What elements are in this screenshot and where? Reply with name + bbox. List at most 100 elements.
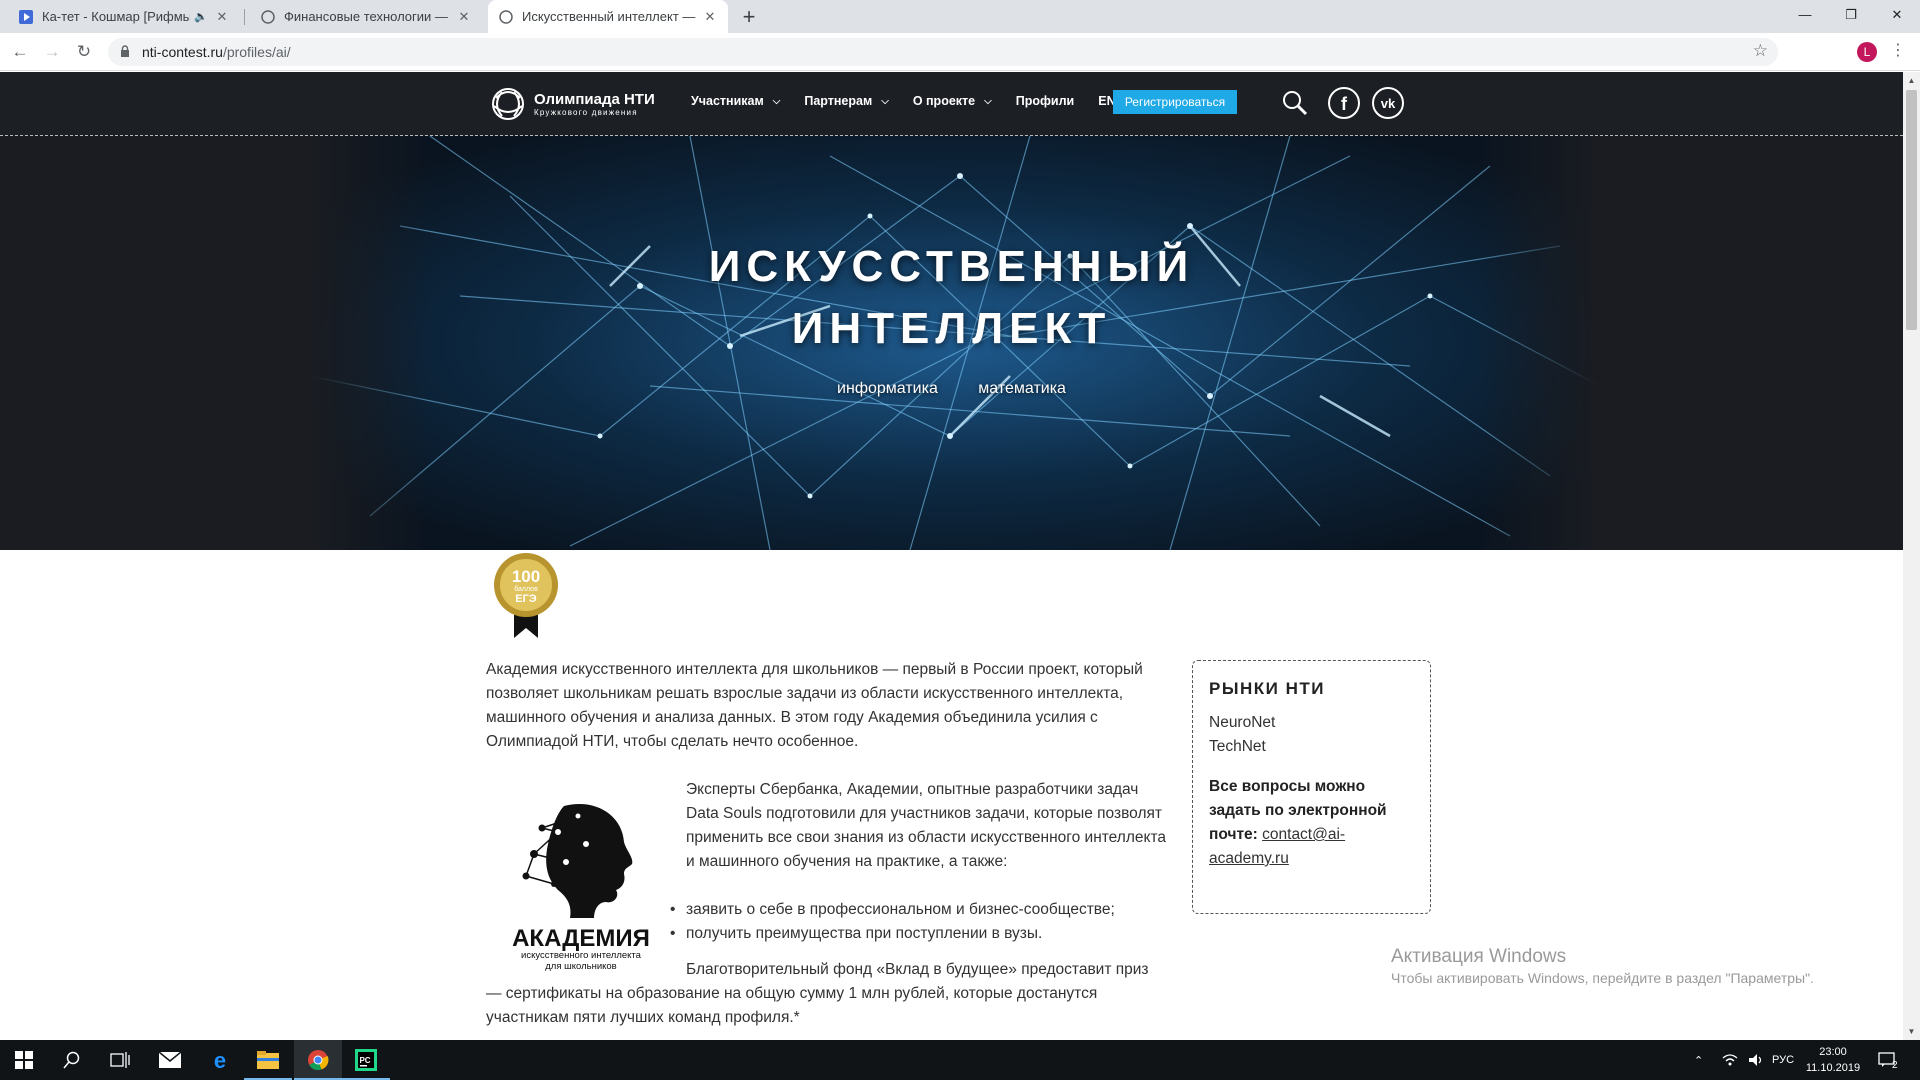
email-part-2: academy.ru (1209, 850, 1289, 867)
scrollbar-thumb[interactable] (1906, 90, 1917, 330)
experts-paragraph: Эксперты Сбербанка, Академии, опытные ра… (686, 781, 1166, 870)
list-item: получить преимущества при поступлении в … (670, 922, 1166, 946)
chrome-icon (308, 1050, 329, 1071)
ai-logo-sub1: искусственного интеллекта (521, 950, 642, 961)
sidebox-heading: РЫНКИ НТИ (1209, 679, 1325, 698)
volume-icon[interactable] (1748, 1040, 1764, 1080)
tab-title: Искусственный интеллект — Ол (522, 9, 696, 24)
task-view-icon (110, 1052, 130, 1068)
site-header: Олимпиада НТИ Кружкового движения Участн… (0, 72, 1903, 136)
nav-item-partners[interactable]: Партнерам ⌵ (804, 94, 888, 108)
nav-item-participants[interactable]: Участникам ⌵ (691, 94, 780, 108)
notifications-button[interactable]: 2 (1878, 1040, 1898, 1080)
vk-icon[interactable]: vk (1371, 86, 1405, 120)
register-button[interactable]: Регистрироваться (1113, 90, 1237, 114)
scroll-up-arrow-icon[interactable]: ▲ (1903, 72, 1920, 89)
browser-menu-icon[interactable]: ⋮ (1890, 40, 1906, 60)
search-icon (63, 1051, 80, 1069)
notification-count: 2 (1892, 1059, 1898, 1071)
search-taskbar-button[interactable] (48, 1040, 96, 1080)
bookmark-star-icon[interactable]: ☆ (1753, 41, 1768, 61)
logo-subtitle: Кружкового движения (534, 107, 638, 117)
edge-icon: e (214, 1049, 226, 1071)
folder-icon (257, 1051, 279, 1069)
windows-activation-watermark: Активация Windows Чтобы активировать Win… (1391, 946, 1814, 986)
nav-label: Участникам (691, 94, 764, 108)
close-tab-icon[interactable]: ✕ (702, 9, 718, 25)
badge-number: 100 (512, 567, 540, 586)
globe-icon (260, 9, 276, 25)
tray-chevron-icon[interactable]: ⌃ (1694, 1040, 1703, 1080)
mail-icon (159, 1052, 181, 1068)
main-content: Академия искусственного интеллекта для ш… (486, 658, 1166, 1030)
url-path: /profiles/ai/ (222, 44, 291, 60)
profile-avatar[interactable]: L (1857, 42, 1877, 62)
ai-logo-sub2: для школьников (545, 961, 616, 972)
task-view-button[interactable] (96, 1040, 144, 1080)
windows-logo-icon (15, 1051, 33, 1069)
restore-button[interactable]: ❐ (1828, 0, 1874, 30)
markets-sidebox: РЫНКИ НТИ NeuroNet TechNet Все вопросы м… (1192, 660, 1431, 914)
scroll-down-arrow-icon[interactable]: ▼ (1903, 1023, 1920, 1040)
browser-tab-fintech[interactable]: Финансовые технологии — Оли ✕ (250, 0, 482, 33)
tag-mathematics[interactable]: математика (978, 380, 1066, 397)
page-title: ИСКУССТВЕННЫЙ ИНТЕЛЛЕКТ (0, 236, 1903, 360)
close-tab-icon[interactable]: ✕ (214, 9, 230, 25)
search-icon[interactable] (1278, 86, 1312, 120)
chrome-taskbar-button[interactable] (294, 1040, 342, 1080)
explorer-taskbar-button[interactable] (244, 1040, 292, 1080)
site-logo[interactable]: Олимпиада НТИ Кружкового движения (488, 84, 655, 124)
system-clock[interactable]: 23:00 11.10.2019 (1800, 1044, 1866, 1076)
page-scrollbar[interactable]: ▲ ▼ (1903, 72, 1920, 1040)
ai-logo-title: АКАДЕМИЯ (512, 925, 650, 952)
url-host: nti-contest.ru (142, 44, 223, 60)
reload-button[interactable]: ↻ (72, 40, 96, 64)
nav-label: Партнерам (804, 94, 873, 108)
svg-text:e: e (214, 1049, 226, 1071)
svg-text:vk: vk (1381, 96, 1396, 111)
tag-informatics[interactable]: информатика (837, 380, 938, 397)
address-bar[interactable]: nti-contest.ru/profiles/ai/ ☆ (108, 38, 1778, 66)
tab-title: Ка-тет - Кошмар [Рифмы и (42, 9, 191, 24)
close-tab-icon[interactable]: ✕ (456, 9, 472, 25)
input-language[interactable]: РУС (1772, 1040, 1794, 1080)
market-technet: TechNet (1209, 738, 1266, 755)
new-tab-button[interactable]: + (736, 4, 762, 30)
forward-button[interactable]: → (40, 40, 64, 64)
minimize-button[interactable]: — (1782, 0, 1828, 30)
tab-divider (244, 9, 245, 25)
olympiad-logo-icon (492, 88, 524, 120)
logo-text: Олимпиада НТИ Кружкового движения (534, 91, 655, 118)
clock-time: 23:00 (1819, 1046, 1847, 1058)
browser-toolbar: ← → ↻ nti-contest.ru/profiles/ai/ ☆ L ⋮ (0, 33, 1920, 71)
nav-item-about[interactable]: О проекте ⌵ (913, 94, 992, 108)
back-button[interactable]: ← (8, 40, 32, 64)
hero-banner: ИСКУССТВЕННЫЙ ИНТЕЛЛЕКТ информатика мате… (0, 136, 1903, 550)
page-viewport: Олимпиада НТИ Кружкового движения Участн… (0, 72, 1903, 1040)
start-button[interactable] (0, 1040, 48, 1080)
nav-label: Профили (1015, 94, 1075, 108)
title-line-1: ИСКУССТВЕННЫЙ (708, 242, 1195, 291)
nav-item-profiles[interactable]: Профили (1016, 94, 1075, 108)
mail-taskbar-button[interactable] (146, 1040, 194, 1080)
tab-title: Финансовые технологии — Оли (284, 9, 450, 24)
logo-title: Олимпиада НТИ (534, 90, 655, 108)
list-item: заявить о себе в профессиональном и бизн… (670, 898, 1166, 922)
chevron-down-icon: ⌵ (772, 95, 781, 107)
facebook-icon[interactable]: f (1327, 86, 1361, 120)
network-icon[interactable] (1722, 1040, 1738, 1080)
browser-tab-ai[interactable]: Искусственный интеллект — Ол ✕ (488, 0, 728, 33)
pycharm-taskbar-button[interactable]: PC (342, 1040, 390, 1080)
globe-icon (498, 9, 514, 25)
close-window-button[interactable]: ✕ (1874, 0, 1920, 30)
contact-question: Все вопросы можно задать по электронной … (1209, 775, 1414, 871)
windows-taskbar: e PC ⌃ РУС 23:00 11.10.2019 2 (0, 1040, 1920, 1080)
email-part-1: contact@ai- (1262, 826, 1346, 843)
lock-icon[interactable] (120, 45, 130, 63)
exam-100-badge: 100 баллов ЕГЭ (494, 553, 558, 638)
browser-tab-music[interactable]: Ка-тет - Кошмар [Рифмы и 🔈 ✕ (8, 0, 240, 33)
intro-paragraph: Академия искусственного интеллекта для ш… (486, 661, 1143, 750)
edge-taskbar-button[interactable]: e (196, 1040, 244, 1080)
activation-title: Активация Windows (1391, 946, 1567, 967)
speaker-icon[interactable]: 🔈 (194, 10, 208, 23)
